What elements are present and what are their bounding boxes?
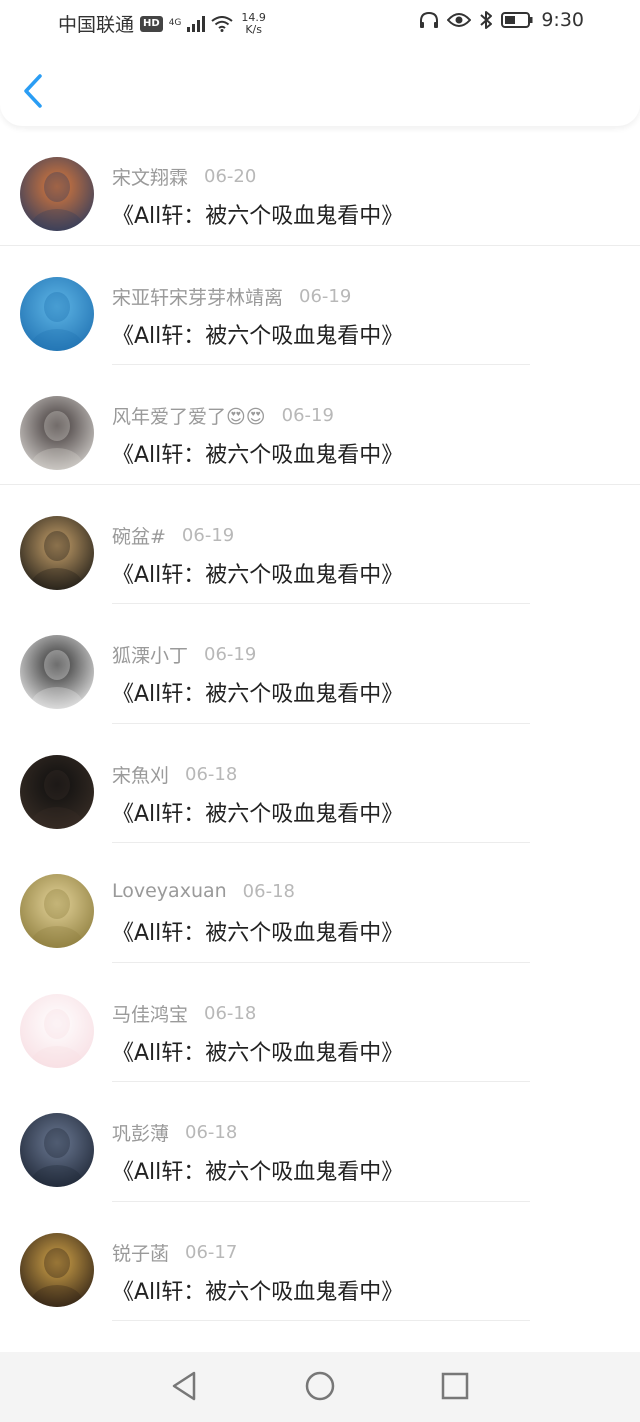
- avatar[interactable]: [20, 515, 94, 590]
- comment-date: 06-18: [185, 1122, 238, 1143]
- comment-date: 06-19: [181, 524, 235, 546]
- avatar[interactable]: [20, 1113, 94, 1187]
- comment-date: 06-20: [204, 166, 257, 187]
- comment-date: 06-19: [281, 405, 334, 426]
- speed-unit: K/s: [245, 22, 262, 36]
- back-button[interactable]: [20, 72, 50, 110]
- clock-time: 9:30: [541, 9, 584, 31]
- comment-meta: 宋亚轩宋芽芽林靖离 06-19: [112, 283, 351, 310]
- comment-meta: Loveyaxuan 06-18: [112, 880, 295, 902]
- divider: [112, 1320, 530, 1321]
- comment-date: 06-19: [204, 644, 257, 665]
- avatar[interactable]: [20, 993, 94, 1068]
- username[interactable]: 宋魚刈: [112, 761, 169, 788]
- top-app-bar: [0, 44, 640, 126]
- comment-date: 06-18: [185, 763, 238, 785]
- comment-date: 06-17: [185, 1241, 238, 1263]
- username[interactable]: 狐溧小丁: [112, 641, 188, 668]
- avatar[interactable]: [20, 874, 94, 948]
- wifi-icon: [211, 15, 234, 32]
- battery-icon: [501, 12, 533, 28]
- avatar[interactable]: [20, 635, 94, 709]
- comment-text: 《All轩：被六个吸血鬼看中》: [112, 443, 404, 468]
- carrier-name: 中国联通: [58, 14, 135, 36]
- comment-date: 06-18: [204, 1002, 257, 1024]
- home-circle-icon[interactable]: [304, 1370, 336, 1402]
- comment-text: 《All轩：被六个吸血鬼看中》: [112, 204, 404, 229]
- comment-text: 《All轩：被六个吸血鬼看中》: [112, 323, 404, 349]
- comment-item[interactable]: Loveyaxuan 06-18 《All轩：被六个吸血鬼看中》: [0, 843, 640, 963]
- avatar[interactable]: [20, 1232, 94, 1307]
- comment-meta: 宋文翔霖 06-20: [112, 163, 256, 190]
- signal-icon: [187, 15, 206, 32]
- comment-item[interactable]: 宋文翔霖 06-20 《All轩：被六个吸血鬼看中》: [0, 126, 640, 246]
- comment-text: 《All轩：被六个吸血鬼看中》: [112, 1279, 404, 1305]
- username[interactable]: 巩彭薄: [112, 1119, 169, 1146]
- network-type: 4G: [168, 18, 182, 28]
- username[interactable]: 马佳鸿宝: [112, 1000, 188, 1027]
- comment-meta: 狐溧小丁 06-19: [112, 641, 256, 668]
- chevron-left-icon: [24, 74, 42, 108]
- comment-text: 《All轩：被六个吸血鬼看中》: [112, 801, 404, 827]
- comment-meta: 风年爱了爱了😍😍 06-19: [112, 402, 334, 429]
- comment-item[interactable]: 宋亚轩宋芽芽林靖离 06-19 《All轩：被六个吸血鬼看中》: [0, 246, 640, 365]
- username[interactable]: 锐子菡: [112, 1239, 169, 1266]
- comment-text: 《All轩：被六个吸血鬼看中》: [112, 921, 404, 946]
- comment-item[interactable]: 马佳鸿宝 06-18 《All轩：被六个吸血鬼看中》: [0, 963, 640, 1082]
- status-right: 9:30: [419, 9, 584, 31]
- comment-meta: 碗盆# 06-19: [112, 522, 234, 549]
- comment-text: 《All轩：被六个吸血鬼看中》: [112, 1160, 404, 1185]
- username[interactable]: 宋文翔霖: [112, 163, 188, 190]
- bluetooth-icon: [480, 11, 493, 29]
- eye-icon: [447, 13, 472, 27]
- status-bar: 中国联通 HD 4G 14.9 K/s 9:30: [0, 0, 640, 44]
- comment-meta: 巩彭薄 06-18: [112, 1119, 237, 1146]
- comment-item[interactable]: 锐子菡 06-17 《All轩：被六个吸血鬼看中》: [0, 1202, 640, 1321]
- comment-text: 《All轩：被六个吸血鬼看中》: [112, 562, 404, 588]
- hd-badge: HD: [140, 15, 163, 32]
- username[interactable]: 风年爱了爱了😍😍: [112, 402, 266, 429]
- username[interactable]: 碗盆#: [112, 522, 166, 549]
- comment-list: 宋文翔霖 06-20 《All轩：被六个吸血鬼看中》 宋亚轩宋芽芽林靖离 06-19 《A…: [0, 126, 640, 1321]
- comment-item[interactable]: 宋魚刈 06-18 《All轩：被六个吸血鬼看中》: [0, 724, 640, 843]
- avatar[interactable]: [20, 276, 94, 351]
- comment-meta: 马佳鸿宝 06-18: [112, 1000, 256, 1027]
- back-triangle-icon[interactable]: [170, 1370, 198, 1402]
- username[interactable]: 宋亚轩宋芽芽林靖离: [112, 283, 283, 310]
- comment-meta: 宋魚刈 06-18: [112, 761, 237, 788]
- comment-date: 06-18: [242, 880, 295, 902]
- comment-item[interactable]: 碗盆# 06-19 《All轩：被六个吸血鬼看中》: [0, 485, 640, 604]
- comment-item[interactable]: 狐溧小丁 06-19 《All轩：被六个吸血鬼看中》: [0, 604, 640, 724]
- headphones-icon: [420, 11, 439, 28]
- avatar[interactable]: [20, 754, 94, 829]
- comment-item[interactable]: 风年爱了爱了😍😍 06-19 《All轩：被六个吸血鬼看中》: [0, 365, 640, 485]
- status-left: 中国联通 HD 4G 14.9 K/s: [58, 10, 266, 37]
- system-nav-bar: [0, 1352, 640, 1422]
- recent-square-icon[interactable]: [440, 1370, 470, 1402]
- comment-date: 06-19: [299, 285, 352, 307]
- network-speed: 14.9 K/s: [241, 10, 266, 36]
- speed-value: 14.9: [241, 10, 266, 24]
- username[interactable]: Loveyaxuan: [112, 880, 227, 902]
- avatar[interactable]: [20, 396, 94, 470]
- comment-meta: 锐子菡 06-17: [112, 1239, 237, 1266]
- comment-text: 《All轩：被六个吸血鬼看中》: [112, 682, 404, 707]
- comment-text: 《All轩：被六个吸血鬼看中》: [112, 1040, 404, 1066]
- avatar[interactable]: [20, 157, 94, 231]
- comment-item[interactable]: 巩彭薄 06-18 《All轩：被六个吸血鬼看中》: [0, 1082, 640, 1202]
